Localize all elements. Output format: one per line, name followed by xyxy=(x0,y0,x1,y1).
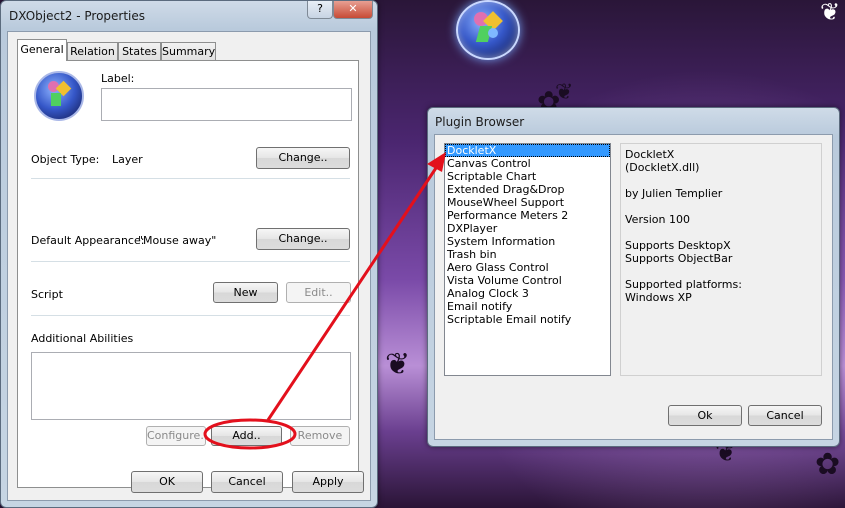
plugin-supports-objectbar: Supports ObjectBar xyxy=(625,252,733,265)
leaf-decoration: ❦ xyxy=(385,347,411,382)
tab-panel-general: Label: Object Type: Layer Change.. Defau… xyxy=(17,60,359,488)
label-caption: Label: xyxy=(101,72,135,85)
plugin-list-item[interactable]: Extended Drag&Drop xyxy=(445,183,610,196)
plugin-list-item[interactable]: Scriptable Email notify xyxy=(445,313,610,326)
leaf-decoration: ❦ xyxy=(555,80,574,105)
desktop-object-icon[interactable] xyxy=(456,0,520,60)
default-appearance-value: "Mouse away" xyxy=(138,234,217,247)
plugin-list-item[interactable]: Trash bin xyxy=(445,248,610,261)
plugin-list-item[interactable]: Canvas Control xyxy=(445,157,610,170)
object-type-caption: Object Type: xyxy=(31,153,100,166)
help-button[interactable]: ? xyxy=(307,1,333,19)
configure-button[interactable]: Configure.. xyxy=(146,426,207,446)
plugin-version: Version 100 xyxy=(625,213,690,226)
plugin-list-item[interactable]: System Information xyxy=(445,235,610,248)
plugin-author: by Julien Templier xyxy=(625,187,723,200)
abilities-list[interactable] xyxy=(31,352,351,420)
divider xyxy=(31,178,350,180)
plugin-list-item[interactable]: DockletX xyxy=(445,144,610,157)
change-appearance-button[interactable]: Change.. xyxy=(256,228,350,250)
cancel-button[interactable]: Cancel xyxy=(211,471,283,493)
script-caption: Script xyxy=(31,288,63,301)
plugin-platforms-caption: Supported platforms: xyxy=(625,278,742,291)
tab-summary[interactable]: Summary xyxy=(161,42,216,61)
plugin-list-item[interactable]: Aero Glass Control xyxy=(445,261,610,274)
plugin-name: DockletX xyxy=(625,148,675,161)
properties-window: DXObject2 - Properties ? ✕ General Relat… xyxy=(0,0,378,508)
plugin-info-panel: DockletX (DockletX.dll) by Julien Templi… xyxy=(620,143,822,376)
tab-states[interactable]: States xyxy=(118,42,161,61)
object-icon xyxy=(34,71,84,121)
plugin-platforms: Windows XP xyxy=(625,291,692,304)
plugin-list-item[interactable]: DXPlayer xyxy=(445,222,610,235)
tab-general[interactable]: General xyxy=(17,39,67,61)
ok-button[interactable]: OK xyxy=(131,471,203,493)
add-ability-button[interactable]: Add.. xyxy=(211,426,282,446)
window-title: Plugin Browser xyxy=(435,115,525,129)
plugin-file: (DockletX.dll) xyxy=(625,161,700,174)
plugin-supports-desktopx: Supports DesktopX xyxy=(625,239,731,252)
leaf-decoration: ❦ xyxy=(820,0,841,26)
plugin-browser-window: Plugin Browser DockletX Canvas Control Scr… xyxy=(427,107,840,447)
dialog-body: DockletX Canvas Control Scriptable Chart Ex… xyxy=(434,134,833,440)
divider xyxy=(31,261,350,263)
plugin-list-item[interactable]: Vista Volume Control xyxy=(445,274,610,287)
plugin-list-item[interactable]: Email notify xyxy=(445,300,610,313)
plugin-list[interactable]: DockletX Canvas Control Scriptable Chart Ex… xyxy=(444,143,611,376)
plugin-list-item[interactable]: Performance Meters 2 xyxy=(445,209,610,222)
label-input[interactable] xyxy=(101,88,352,121)
plugin-ok-button[interactable]: Ok xyxy=(668,405,742,426)
additional-abilities-caption: Additional Abilities xyxy=(31,332,134,345)
apply-button[interactable]: Apply xyxy=(292,471,364,493)
window-title: DXObject2 - Properties xyxy=(9,9,146,23)
new-script-button[interactable]: New xyxy=(213,282,278,303)
plugin-list-item[interactable]: MouseWheel Support xyxy=(445,196,610,209)
tab-relation[interactable]: Relation xyxy=(67,42,118,61)
dialog-body: General Relation States Summary Label: O… xyxy=(7,31,371,501)
divider xyxy=(31,315,350,317)
leaf-decoration: ✿ xyxy=(815,447,841,482)
object-type-value: Layer xyxy=(112,153,143,166)
close-button[interactable]: ✕ xyxy=(333,1,373,19)
plugin-cancel-button[interactable]: Cancel xyxy=(748,405,822,426)
edit-script-button[interactable]: Edit.. xyxy=(286,282,351,303)
remove-button[interactable]: Remove xyxy=(290,426,350,446)
plugin-list-item[interactable]: Scriptable Chart xyxy=(445,170,610,183)
plugin-list-item[interactable]: Analog Clock 3 xyxy=(445,287,610,300)
change-object-type-button[interactable]: Change.. xyxy=(256,147,350,169)
default-appearance-caption: Default Appearance: xyxy=(31,234,145,247)
